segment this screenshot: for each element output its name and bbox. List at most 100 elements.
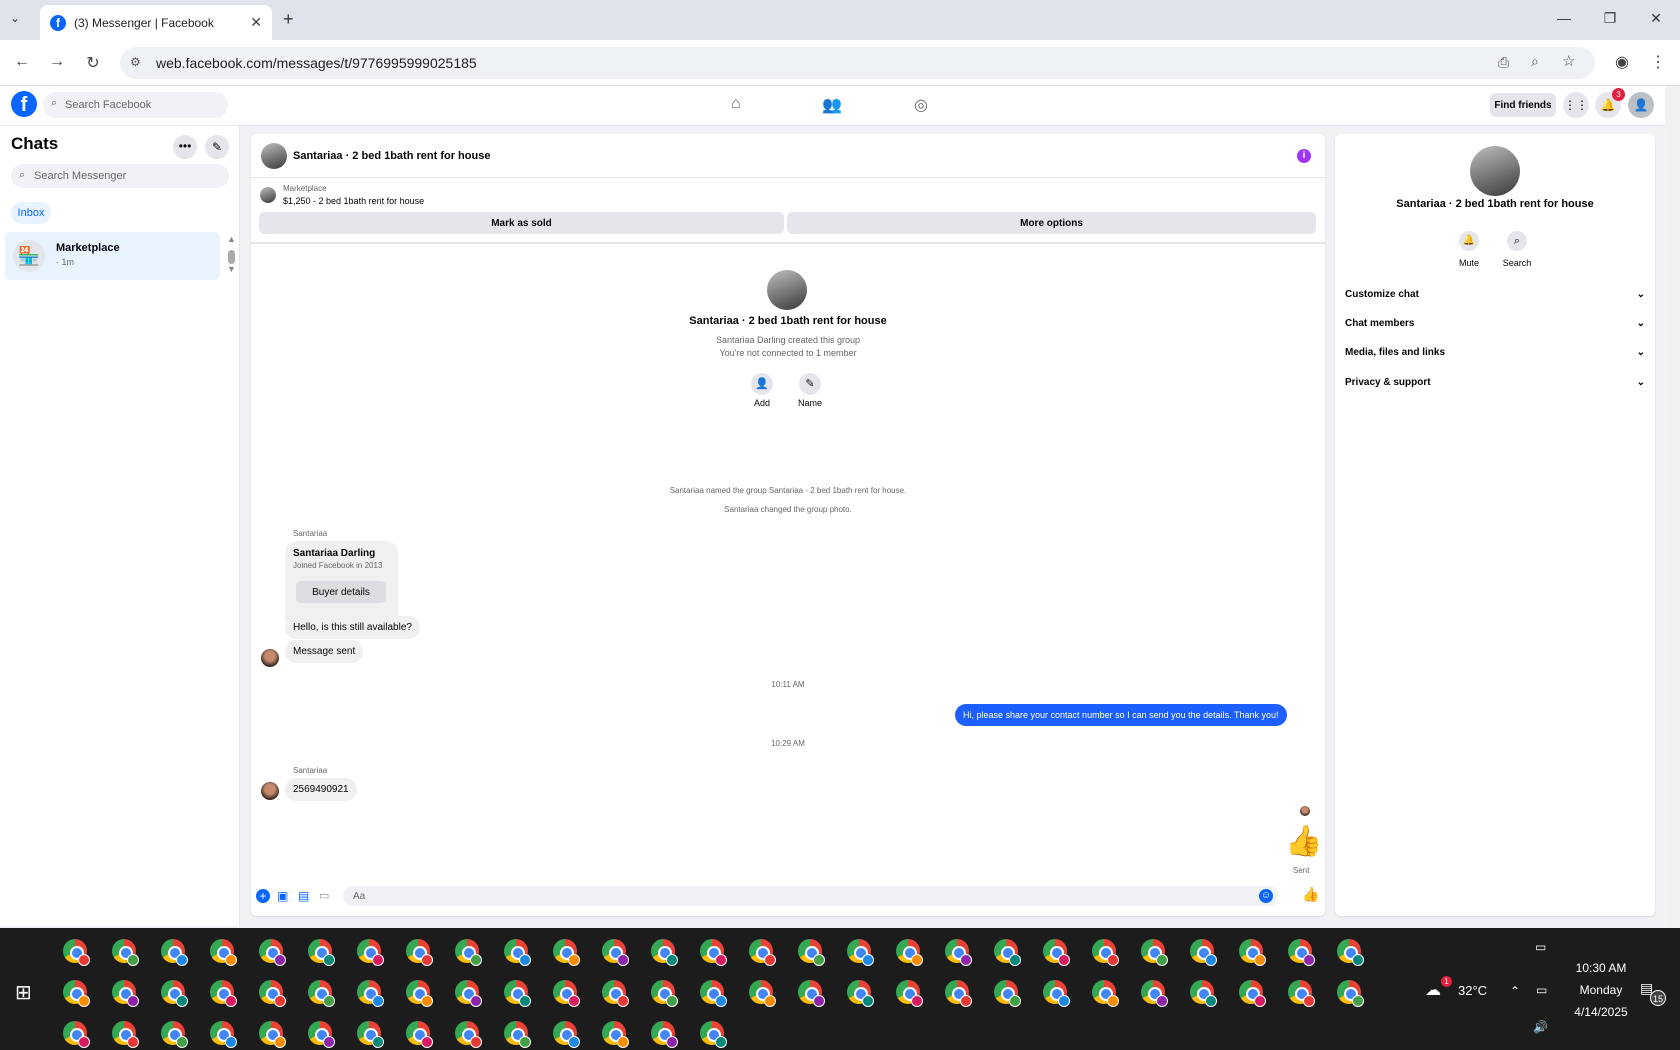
sticker-icon[interactable]: ▤ bbox=[298, 889, 309, 903]
sender-avatar[interactable] bbox=[261, 649, 279, 667]
new-message-icon[interactable]: ✎ bbox=[205, 135, 229, 159]
chrome-window-icon[interactable] bbox=[896, 939, 923, 966]
facebook-logo-icon[interactable]: f bbox=[11, 91, 37, 117]
sender-avatar[interactable] bbox=[261, 782, 279, 800]
windows-start-icon[interactable]: ⊞ bbox=[15, 980, 32, 1005]
incoming-message[interactable]: Message sent bbox=[285, 640, 364, 663]
weather-temp[interactable]: 32°C bbox=[1458, 983, 1487, 998]
chrome-window-icon[interactable] bbox=[1239, 939, 1266, 966]
chrome-window-icon[interactable] bbox=[847, 939, 874, 966]
group-avatar[interactable] bbox=[261, 143, 287, 169]
more-actions-plus-icon[interactable]: + bbox=[256, 889, 270, 903]
listing-price[interactable]: $1,250 - 2 bed 1bath rent for house bbox=[283, 196, 424, 206]
chrome-window-icon[interactable] bbox=[994, 980, 1021, 1007]
chrome-window-icon[interactable] bbox=[259, 1021, 286, 1048]
chrome-window-icon[interactable] bbox=[700, 1021, 727, 1048]
chrome-window-icon[interactable] bbox=[357, 980, 384, 1007]
add-member-icon[interactable]: 👤 bbox=[751, 373, 773, 395]
chrome-window-icon[interactable] bbox=[63, 980, 90, 1007]
site-info-icon[interactable]: ⚙ bbox=[130, 55, 141, 69]
url-field[interactable]: ⚙ web.facebook.com/messages/t/9776995999… bbox=[120, 47, 1595, 79]
chrome-window-icon[interactable] bbox=[210, 1021, 237, 1048]
chrome-window-icon[interactable] bbox=[259, 980, 286, 1007]
forward-icon[interactable]: → bbox=[47, 53, 67, 71]
chrome-window-icon[interactable] bbox=[651, 1021, 678, 1048]
chrome-window-icon[interactable] bbox=[553, 1021, 580, 1048]
scroll-down-arrow[interactable]: ▼ bbox=[227, 264, 236, 274]
chrome-window-icon[interactable] bbox=[455, 1021, 482, 1048]
chrome-window-icon[interactable] bbox=[553, 980, 580, 1007]
conversation-item-marketplace[interactable]: 🏪 Marketplace · 1m bbox=[5, 232, 220, 280]
outgoing-message[interactable]: Hi, please share your contact number so … bbox=[955, 704, 1287, 726]
network-icon[interactable]: ▭ bbox=[1536, 983, 1547, 997]
find-friends-button[interactable]: Find friends bbox=[1490, 93, 1556, 117]
chrome-window-icon[interactable] bbox=[1337, 980, 1364, 1007]
back-icon[interactable]: ← bbox=[12, 53, 32, 71]
volume-icon[interactable]: 🔊 bbox=[1533, 1020, 1548, 1034]
tab-close-icon[interactable]: ✕ bbox=[250, 14, 262, 31]
facebook-search-input[interactable]: ⌕ Search Facebook bbox=[43, 92, 228, 118]
chrome-window-icon[interactable] bbox=[945, 980, 972, 1007]
chrome-window-icon[interactable] bbox=[896, 980, 923, 1007]
chrome-window-icon[interactable] bbox=[1190, 980, 1217, 1007]
chrome-window-icon[interactable] bbox=[406, 939, 433, 966]
chrome-window-icon[interactable] bbox=[1288, 980, 1315, 1007]
section-media-files-links[interactable]: Media, files and links ⌄ bbox=[1345, 347, 1645, 358]
chrome-window-icon[interactable] bbox=[259, 939, 286, 966]
chrome-window-icon[interactable] bbox=[406, 1021, 433, 1048]
chrome-window-icon[interactable] bbox=[161, 939, 188, 966]
info-icon[interactable]: i bbox=[1297, 149, 1311, 163]
section-chat-members[interactable]: Chat members ⌄ bbox=[1345, 318, 1645, 329]
scroll-up-arrow[interactable]: ▲ bbox=[227, 234, 236, 244]
chrome-window-icon[interactable] bbox=[455, 939, 482, 966]
inbox-tab[interactable]: Inbox bbox=[11, 202, 51, 224]
chat-options-icon[interactable]: ••• bbox=[173, 135, 197, 159]
chrome-window-icon[interactable] bbox=[945, 939, 972, 966]
thumbs-up-icon[interactable]: 👍 bbox=[1285, 824, 1322, 859]
reload-icon[interactable]: ↻ bbox=[83, 53, 103, 73]
chrome-window-icon[interactable] bbox=[749, 980, 776, 1007]
chrome-window-icon[interactable] bbox=[1141, 939, 1168, 966]
sidebar-scrollbar-thumb[interactable] bbox=[228, 250, 235, 264]
chrome-window-icon[interactable] bbox=[161, 980, 188, 1007]
clock-day[interactable]: Monday bbox=[1566, 983, 1636, 997]
incoming-message[interactable]: 2569490921 bbox=[285, 778, 357, 801]
chrome-window-icon[interactable] bbox=[112, 1021, 139, 1048]
chrome-window-icon[interactable] bbox=[847, 980, 874, 1007]
chrome-window-icon[interactable] bbox=[210, 980, 237, 1007]
chrome-window-icon[interactable] bbox=[1043, 939, 1070, 966]
browser-menu-icon[interactable]: ⋮ bbox=[1648, 52, 1668, 72]
minimize-icon[interactable]: — bbox=[1554, 10, 1574, 26]
chrome-window-icon[interactable] bbox=[1288, 939, 1315, 966]
chrome-window-icon[interactable] bbox=[112, 980, 139, 1007]
chrome-window-icon[interactable] bbox=[406, 980, 433, 1007]
tab-search-icon[interactable]: ⌄ bbox=[10, 11, 20, 25]
chrome-window-icon[interactable] bbox=[651, 939, 678, 966]
chrome-window-icon[interactable] bbox=[1190, 939, 1217, 966]
incoming-message[interactable]: Hello, is this still available? bbox=[285, 616, 420, 639]
emoji-icon[interactable]: ☺ bbox=[1259, 889, 1273, 903]
friends-icon[interactable]: 👥 bbox=[822, 95, 842, 115]
chrome-window-icon[interactable] bbox=[553, 939, 580, 966]
chrome-window-icon[interactable] bbox=[602, 980, 629, 1007]
messenger-search-input[interactable]: ⌕ Search Messenger bbox=[11, 164, 229, 188]
chrome-window-icon[interactable] bbox=[1141, 980, 1168, 1007]
chrome-window-icon[interactable] bbox=[1092, 939, 1119, 966]
chrome-window-icon[interactable] bbox=[798, 980, 825, 1007]
groups-icon[interactable]: ◎ bbox=[914, 95, 928, 115]
chrome-window-icon[interactable] bbox=[1337, 939, 1364, 966]
chrome-window-icon[interactable] bbox=[63, 1021, 90, 1048]
chrome-window-icon[interactable] bbox=[455, 980, 482, 1007]
install-app-icon[interactable]: ⎙ bbox=[1498, 54, 1509, 71]
chrome-window-icon[interactable] bbox=[700, 980, 727, 1007]
chrome-window-icon[interactable] bbox=[994, 939, 1021, 966]
chrome-window-icon[interactable] bbox=[1239, 980, 1266, 1007]
chrome-window-icon[interactable] bbox=[63, 939, 90, 966]
account-avatar[interactable]: 👤 bbox=[1628, 92, 1654, 118]
chrome-window-icon[interactable] bbox=[504, 939, 531, 966]
section-customize-chat[interactable]: Customize chat ⌄ bbox=[1345, 289, 1645, 300]
chrome-window-icon[interactable] bbox=[602, 1021, 629, 1048]
zoom-icon[interactable]: ⌕ bbox=[1531, 53, 1539, 70]
edit-name-icon[interactable]: ✎ bbox=[799, 373, 821, 395]
chrome-window-icon[interactable] bbox=[798, 939, 825, 966]
